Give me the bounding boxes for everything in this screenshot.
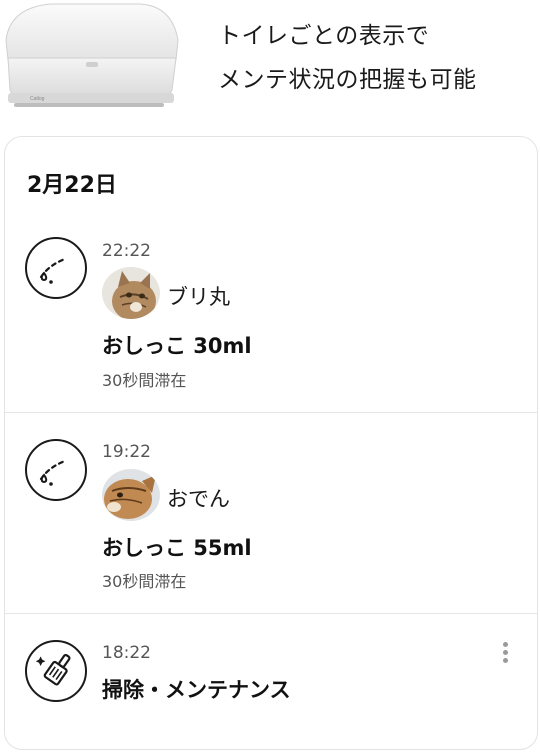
event-title: おしっこ 30ml <box>102 334 252 358</box>
event-title: 掃除・メンテナンス <box>102 678 291 702</box>
headline: トイレごとの表示で メンテ状況の把握も可能 <box>218 14 477 102</box>
event-title: おしっこ 55ml <box>102 536 252 560</box>
cat-avatar[interactable] <box>102 267 160 319</box>
stay-duration: 30秒間滞在 <box>102 371 187 390</box>
more-options-icon[interactable] <box>501 642 509 666</box>
stay-duration: 30秒間滞在 <box>102 572 187 591</box>
entry-time: 19:22 <box>102 442 151 462</box>
entry-time: 22:22 <box>102 241 151 261</box>
device-brand-label: Catlog <box>30 96 45 102</box>
cat-name: ブリ丸 <box>167 285 230 309</box>
headline-line-1: トイレごとの表示で <box>218 23 430 49</box>
divider <box>5 412 537 413</box>
cleaning-scoop-icon <box>25 640 87 702</box>
headline-line-2: メンテ状況の把握も可能 <box>218 67 477 93</box>
timeline-card: 2月22日 22:22 ブリ丸 おしっこ 30ml 30秒間滞在 19:22 お… <box>4 136 538 750</box>
entry-time: 18:22 <box>102 643 151 663</box>
promo-header: Catlog トイレごとの表示で メンテ状況の把握も可能 <box>0 0 540 135</box>
cat-avatar[interactable] <box>102 469 160 521</box>
litter-box-device-image: Catlog <box>5 3 179 107</box>
divider <box>5 613 537 614</box>
date-heading: 2月22日 <box>27 173 117 198</box>
cat-name: おでん <box>167 487 230 511</box>
urine-icon <box>25 439 87 501</box>
urine-icon <box>25 237 87 299</box>
